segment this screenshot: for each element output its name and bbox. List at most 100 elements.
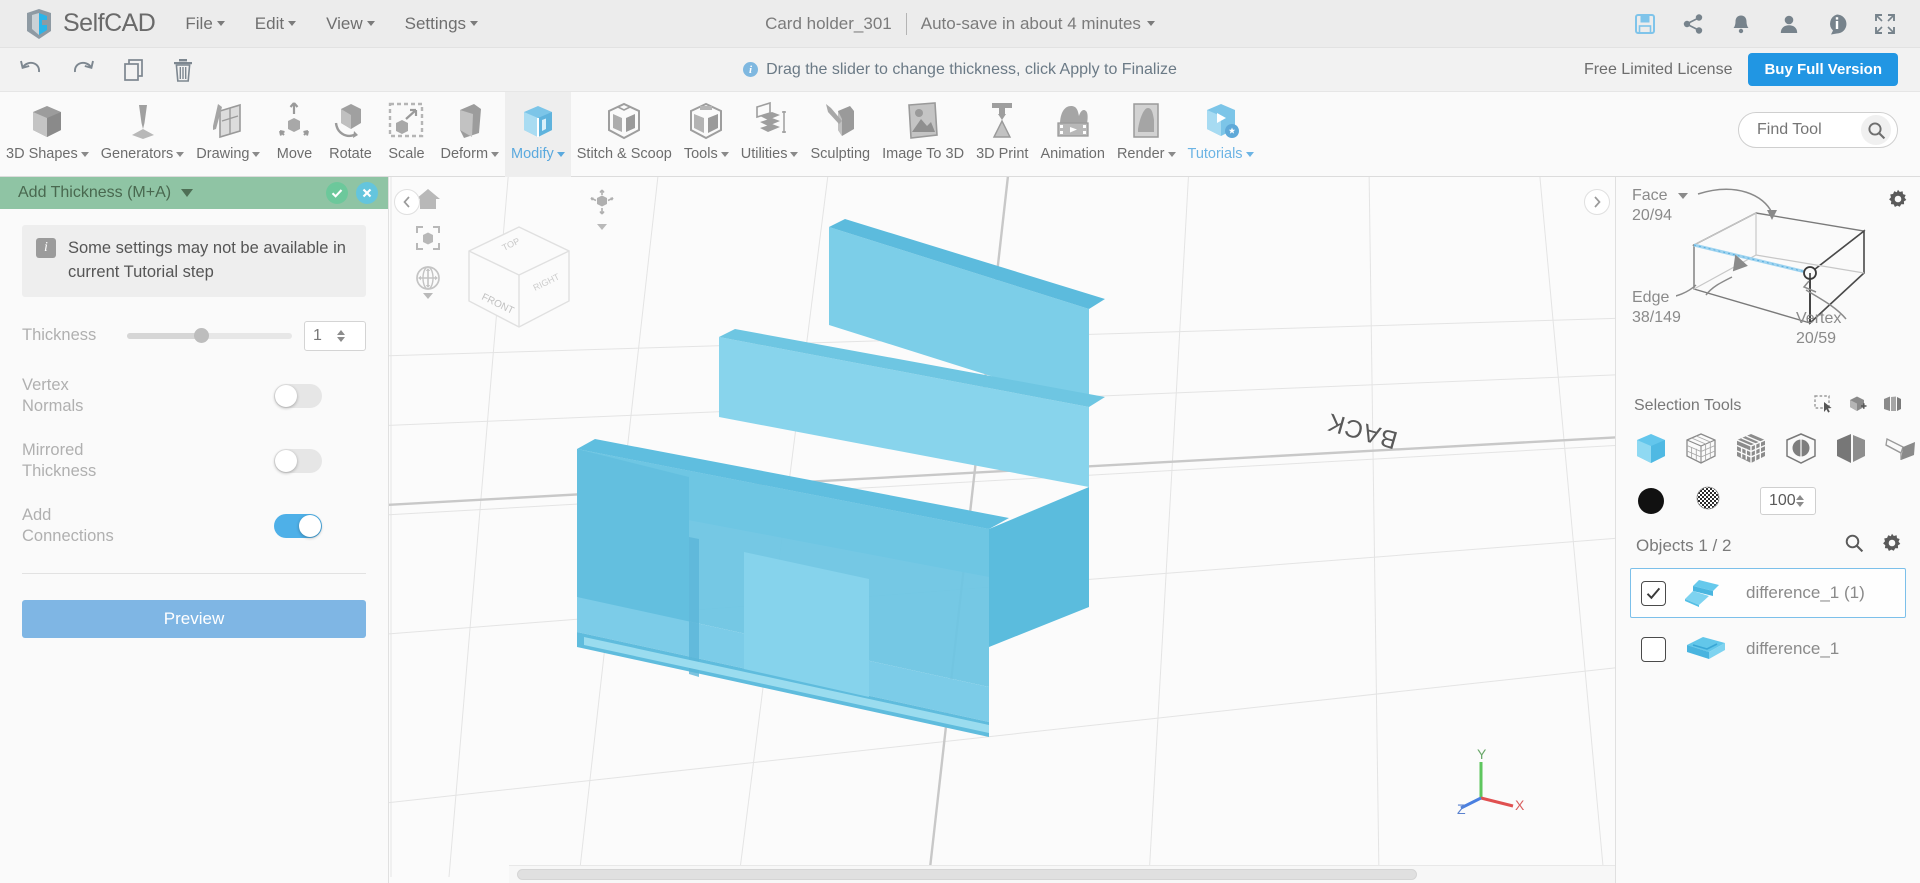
chevron-down-icon[interactable]	[597, 224, 607, 230]
apply-button[interactable]	[326, 182, 348, 204]
stepper-down-icon[interactable]	[337, 336, 345, 342]
list-item[interactable]: difference_1	[1630, 624, 1906, 674]
thickness-stepper[interactable]	[337, 329, 361, 342]
ribbon-item-rotate[interactable]: Rotate	[322, 92, 378, 177]
ribbon-item-modify[interactable]: Modify	[505, 92, 571, 177]
document-title[interactable]: Card holder_301	[765, 14, 892, 34]
chevron-down-icon[interactable]	[181, 189, 194, 197]
find-tool-input[interactable]	[1757, 121, 1861, 139]
add-connections-toggle[interactable]	[274, 514, 322, 539]
delete-trash-icon[interactable]	[172, 58, 194, 82]
list-item[interactable]: difference_1 (1)	[1630, 568, 1906, 618]
wireframe-select-icon[interactable]	[1684, 431, 1718, 470]
save-icon[interactable]	[1634, 13, 1656, 35]
material-color-swatch[interactable]	[1638, 487, 1664, 514]
ribbon-item-move[interactable]: Move	[266, 92, 322, 177]
collapse-left-panel-button[interactable]	[394, 189, 420, 215]
stepper-down-icon[interactable]	[1795, 501, 1804, 507]
menu-settings[interactable]: Settings	[405, 14, 479, 34]
find-tool-search[interactable]	[1738, 112, 1898, 148]
autosave-status[interactable]: Auto-save in about 4 minutes	[921, 14, 1155, 34]
view-orientation-icon[interactable]	[589, 189, 615, 220]
slider-thumb[interactable]	[194, 328, 210, 344]
object-checkbox[interactable]	[1641, 580, 1666, 606]
menu-view[interactable]: View	[326, 14, 375, 34]
opacity-value: 100	[1769, 491, 1796, 509]
opacity-input[interactable]: 100	[1760, 486, 1816, 515]
panel-divider	[22, 573, 366, 575]
edge-stat[interactable]: Edge 38/149	[1632, 289, 1681, 327]
ribbon-item-tools[interactable]: Tools	[678, 92, 735, 177]
ribbon-item-image-to-3d[interactable]: Image To 3D	[876, 92, 970, 177]
box-select-icon[interactable]	[1848, 395, 1868, 418]
stepper-up-icon[interactable]	[1795, 494, 1804, 500]
ribbon-item-deform[interactable]: Deform	[434, 92, 505, 177]
preview-button[interactable]: Preview	[22, 600, 366, 639]
chevron-down-icon[interactable]	[423, 293, 433, 299]
collapse-right-panel-button[interactable]	[1584, 189, 1610, 215]
ribbon-item-scale[interactable]: Scale	[378, 92, 434, 177]
view-orientation-control[interactable]	[589, 189, 615, 230]
menu-edit[interactable]: Edit	[255, 14, 297, 34]
fit-to-view-icon[interactable]	[415, 225, 441, 251]
notifications-bell-icon[interactable]	[1730, 13, 1752, 35]
ribbon-label-sculpting: Sculpting	[810, 146, 871, 162]
face-stat[interactable]: Face 20/94	[1632, 187, 1688, 225]
copy-icon[interactable]	[122, 58, 146, 82]
face-stat-label: Face	[1632, 187, 1668, 204]
paint-select-icon[interactable]	[1882, 395, 1902, 418]
objects-settings-gear-icon[interactable]	[1882, 533, 1902, 558]
thickness-value-input[interactable]: 1	[304, 320, 366, 351]
chevron-down-icon	[1146, 21, 1155, 26]
orbit-navigation-icon[interactable]	[415, 265, 441, 299]
cancel-button[interactable]	[356, 182, 378, 204]
ribbon-item-3d-print[interactable]: 3D Print	[970, 92, 1034, 177]
texture-sphere-icon[interactable]	[1694, 484, 1722, 517]
menu-file[interactable]: File	[185, 14, 225, 34]
object-checkbox[interactable]	[1641, 636, 1666, 662]
opacity-stepper[interactable]	[1795, 494, 1812, 507]
vertex-normals-toggle[interactable]	[274, 384, 322, 409]
search-icon[interactable]	[1861, 115, 1891, 145]
mirrored-thickness-toggle[interactable]	[274, 449, 322, 474]
ribbon-item-stitch-and-scoop[interactable]: Stitch & Scoop	[571, 92, 678, 177]
stepper-up-icon[interactable]	[337, 329, 345, 335]
undo-icon[interactable]	[18, 58, 44, 82]
slider-track[interactable]	[127, 328, 292, 344]
add-thickness-panel: Add Thickness (M+A) i Some settings may …	[0, 177, 389, 883]
face-stat-value: 20/94	[1632, 207, 1673, 224]
object-select-icon[interactable]	[1634, 431, 1668, 470]
ribbon-item-animation[interactable]: Animation	[1034, 92, 1110, 177]
face-select-icon[interactable]	[1734, 431, 1768, 470]
chevron-down-icon[interactable]	[1677, 193, 1688, 199]
search-objects-icon[interactable]	[1844, 533, 1864, 558]
3d-viewport[interactable]: BACK TOP FRONT RIGHT Y X Z	[389, 177, 1615, 883]
object-thumbnail	[1680, 577, 1732, 609]
ribbon-item-drawing[interactable]: Drawing	[190, 92, 266, 177]
navigation-cube[interactable]: TOP FRONT RIGHT	[449, 199, 589, 349]
vertex-stat[interactable]: Vertex 20/59	[1796, 310, 1841, 348]
field-thickness-label: Thickness	[22, 326, 97, 345]
ribbon-item-render[interactable]: Render	[1111, 92, 1182, 177]
info-icon[interactable]	[1826, 13, 1848, 35]
buy-full-version-button[interactable]: Buy Full Version	[1748, 53, 1898, 86]
axis-x-label: X	[1515, 797, 1525, 813]
ribbon-item-sculpting[interactable]: Sculpting	[804, 92, 876, 177]
fullscreen-icon[interactable]	[1874, 13, 1896, 35]
redo-icon[interactable]	[70, 58, 96, 82]
ribbon-item-tutorials[interactable]: Tutorials	[1182, 92, 1260, 177]
tutorial-warning-text: Some settings may not be available in cu…	[68, 239, 346, 281]
ribbon-item-generators[interactable]: Generators	[95, 92, 191, 177]
object-name: difference_1 (1)	[1746, 583, 1865, 602]
ribbon-item-3d-shapes[interactable]: 3D Shapes	[0, 92, 95, 177]
thickness-slider[interactable]	[127, 328, 304, 344]
horizontal-scrollbar[interactable]	[517, 869, 1417, 880]
polygon-select-icon[interactable]	[1884, 431, 1918, 470]
share-icon[interactable]	[1682, 13, 1704, 35]
half-select-icon[interactable]	[1834, 431, 1868, 470]
app-logo[interactable]: SelfCAD	[0, 7, 156, 41]
rectangle-select-icon[interactable]	[1814, 394, 1834, 418]
sphere-select-icon[interactable]	[1784, 431, 1818, 470]
user-account-icon[interactable]	[1778, 13, 1800, 35]
ribbon-item-utilities[interactable]: Utilities	[735, 92, 805, 177]
